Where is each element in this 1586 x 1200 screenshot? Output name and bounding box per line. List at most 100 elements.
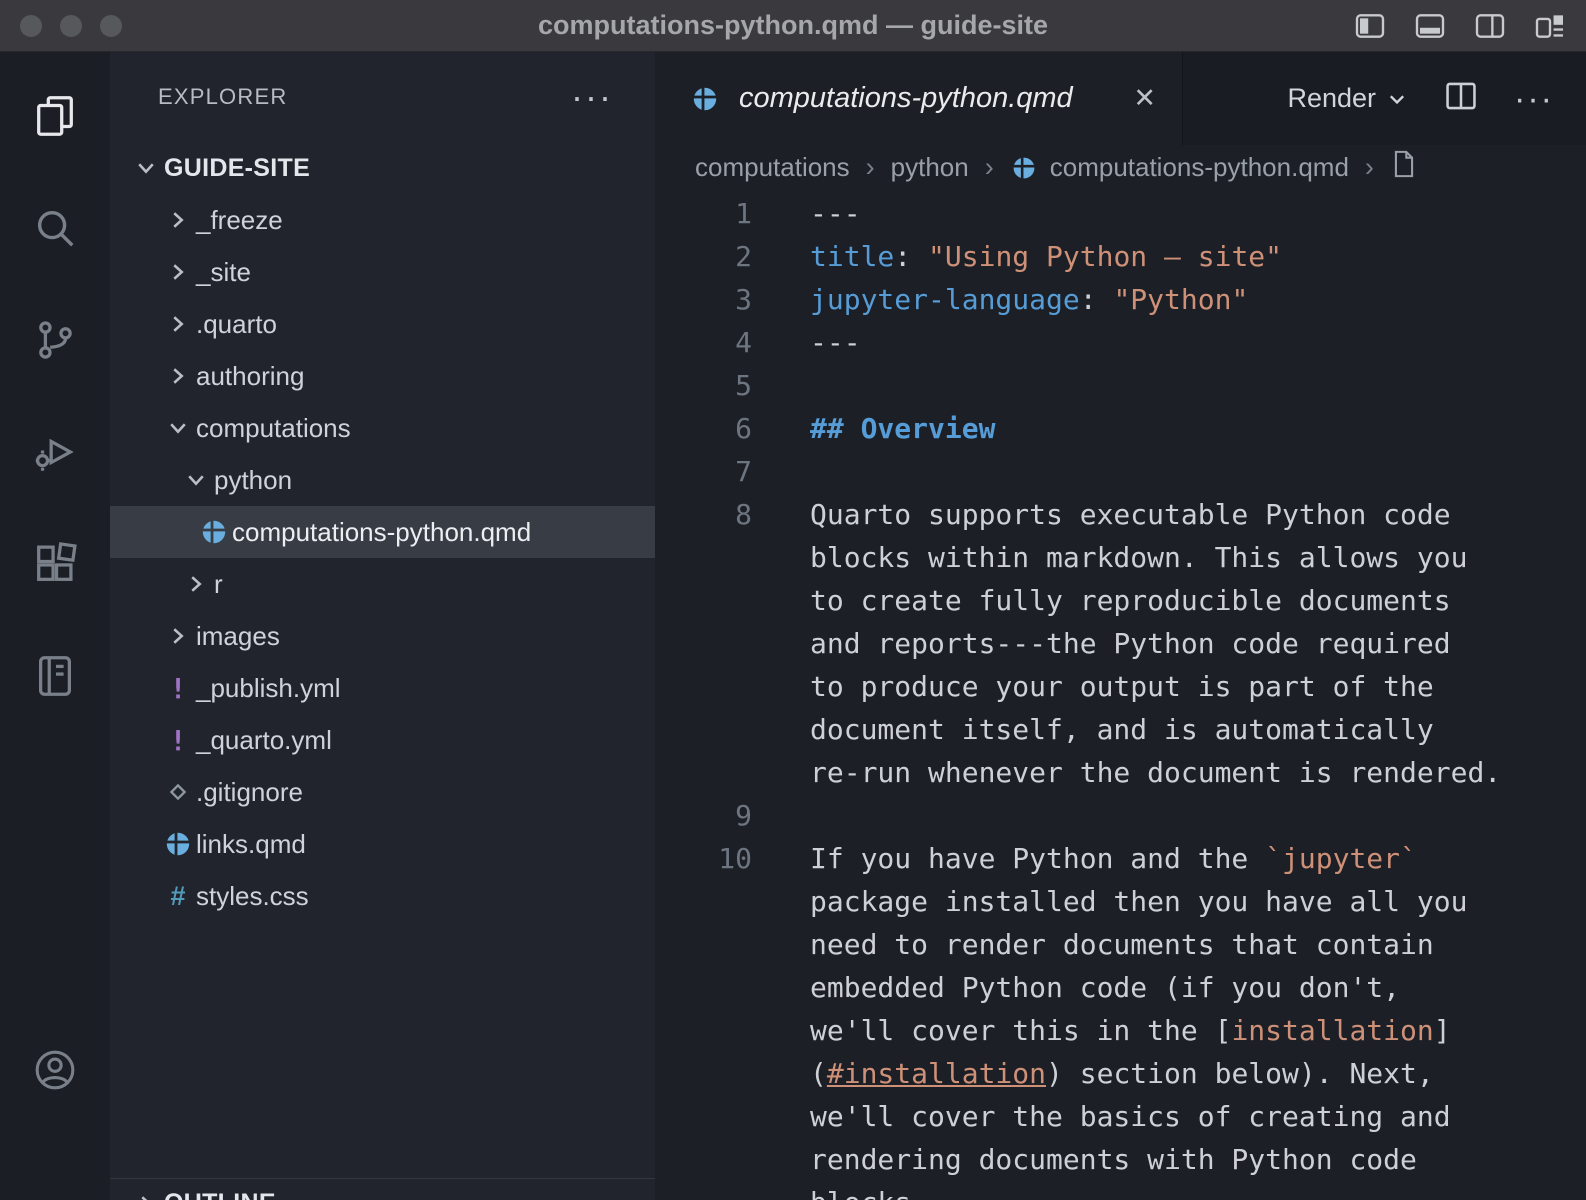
code-line[interactable]: 3jupyter-language: "Python": [655, 278, 1586, 321]
account-icon[interactable]: [0, 1014, 110, 1126]
chevron-right-icon: [128, 1189, 164, 1200]
source-control-icon[interactable]: [0, 284, 110, 396]
line-number: [655, 708, 752, 751]
split-editor-right-icon[interactable]: [1474, 13, 1506, 39]
code-text: to produce your output is part of the: [810, 665, 1434, 708]
split-editor-icon[interactable]: [1444, 80, 1478, 117]
outline-label: OUTLINE: [164, 1189, 276, 1200]
breadcrumb: computations › python › computations-python.…: [655, 145, 1586, 190]
code-line[interactable]: 1---: [655, 192, 1586, 235]
breadcrumb-separator: ›: [866, 152, 875, 183]
notebook-icon[interactable]: [0, 620, 110, 732]
breadcrumb-label: computations: [695, 152, 850, 183]
extensions-icon[interactable]: [0, 508, 110, 620]
code-line[interactable]: and reports---the Python code required: [655, 622, 1586, 665]
code-text: and reports---the Python code required: [810, 622, 1451, 665]
code-line[interactable]: package installed then you have all you: [655, 880, 1586, 923]
code-text: Quarto supports executable Python code: [810, 493, 1451, 536]
code-line[interactable]: 2title: "Using Python — site": [655, 235, 1586, 278]
tree-item--site[interactable]: _site: [110, 246, 655, 298]
more-actions-icon[interactable]: ···: [1514, 89, 1554, 109]
tree-item-links-qmd[interactable]: links.qmd: [110, 818, 655, 870]
workspace-root-label: GUIDE-SITE: [164, 154, 310, 183]
code-line[interactable]: 10If you have Python and the `jupyter`: [655, 837, 1586, 880]
breadcrumb-item[interactable]: python: [891, 152, 969, 183]
code-line[interactable]: 4---: [655, 321, 1586, 364]
code-line[interactable]: we'll cover the basics of creating and: [655, 1095, 1586, 1138]
quarto-icon: [689, 82, 721, 116]
tree-item--gitignore[interactable]: .gitignore: [110, 766, 655, 818]
tab-label: computations-python.qmd: [739, 82, 1109, 115]
tree-item--quarto-yml[interactable]: !_quarto.yml: [110, 714, 655, 766]
line-number: [655, 1009, 752, 1052]
explorer-icon[interactable]: [0, 60, 110, 172]
code-text: need to render documents that contain: [810, 923, 1434, 966]
toggle-panel-left-icon[interactable]: [1354, 13, 1386, 39]
chevron-down-icon: [128, 153, 164, 183]
code-line[interactable]: document itself, and is automatically: [655, 708, 1586, 751]
breadcrumb-item[interactable]: computations: [695, 152, 850, 183]
tree-item--publish-yml[interactable]: !_publish.yml: [110, 662, 655, 714]
tree-item-label: .gitignore: [196, 777, 303, 808]
chevron-right-icon: [160, 309, 196, 339]
line-number: [655, 665, 752, 708]
tree-item-images[interactable]: images: [110, 610, 655, 662]
code-text: (#installation) section below). Next,: [810, 1052, 1434, 1095]
code-line[interactable]: 8Quarto supports executable Python code: [655, 493, 1586, 536]
code-line[interactable]: blocks.: [655, 1181, 1586, 1200]
breadcrumb-separator: ›: [1365, 152, 1374, 183]
tree-item-computations-python-qmd[interactable]: computations-python.qmd: [110, 506, 655, 558]
line-number: [655, 923, 752, 966]
tree-item-styles-css[interactable]: #styles.css: [110, 870, 655, 922]
tree-item-label: links.qmd: [196, 829, 306, 860]
line-number: [655, 536, 752, 579]
search-icon[interactable]: [0, 172, 110, 284]
tab-computations-python[interactable]: computations-python.qmd ✕: [655, 52, 1183, 145]
line-number: [655, 880, 752, 923]
code-text: embedded Python code (if you don't,: [810, 966, 1400, 1009]
traffic-lights: [20, 15, 122, 37]
code-line[interactable]: rendering documents with Python code: [655, 1138, 1586, 1181]
zoom-button[interactable]: [100, 15, 122, 37]
tree-item-label: _publish.yml: [196, 673, 341, 704]
code-line[interactable]: need to render documents that contain: [655, 923, 1586, 966]
tab-close-icon[interactable]: ✕: [1127, 83, 1156, 114]
code-line[interactable]: to create fully reproducible documents: [655, 579, 1586, 622]
outline-section-header[interactable]: OUTLINE: [110, 1178, 655, 1200]
line-number: [655, 1052, 752, 1095]
close-button[interactable]: [20, 15, 42, 37]
breadcrumb-item[interactable]: computations-python.qmd: [1010, 152, 1349, 183]
code-line[interactable]: 7: [655, 450, 1586, 493]
code-line[interactable]: 9: [655, 794, 1586, 837]
code-line[interactable]: we'll cover this in the [installation]: [655, 1009, 1586, 1052]
tree-item-label: computations-python.qmd: [232, 517, 531, 548]
tree-item-python[interactable]: python: [110, 454, 655, 506]
tree-item-computations[interactable]: computations: [110, 402, 655, 454]
code-line[interactable]: 5: [655, 364, 1586, 407]
code-line[interactable]: 6## Overview: [655, 407, 1586, 450]
code-text: re-run whenever the document is rendered…: [810, 751, 1501, 794]
code-text: document itself, and is automatically: [810, 708, 1434, 751]
code-line[interactable]: re-run whenever the document is rendered…: [655, 751, 1586, 794]
tree-item-r[interactable]: r: [110, 558, 655, 610]
explorer-more-actions-icon[interactable]: ···: [571, 87, 613, 107]
customize-layout-icon[interactable]: [1534, 13, 1566, 39]
code-line[interactable]: (#installation) section below). Next,: [655, 1052, 1586, 1095]
tree-item--freeze[interactable]: _freeze: [110, 194, 655, 246]
toggle-panel-bottom-icon[interactable]: [1414, 13, 1446, 39]
minimize-button[interactable]: [60, 15, 82, 37]
render-button[interactable]: Render: [1287, 83, 1408, 114]
code-line[interactable]: blocks within markdown. This allows you: [655, 536, 1586, 579]
chevron-right-icon: [160, 205, 196, 235]
line-number: 7: [655, 450, 752, 493]
tree-root-guide-site[interactable]: GUIDE-SITE: [110, 142, 655, 194]
code-text: to create fully reproducible documents: [810, 579, 1451, 622]
code-line[interactable]: embedded Python code (if you don't,: [655, 966, 1586, 1009]
code-text: we'll cover the basics of creating and: [810, 1095, 1451, 1138]
run-and-debug-icon[interactable]: [0, 396, 110, 508]
line-number: 2: [655, 235, 752, 278]
tree-item--quarto[interactable]: .quarto: [110, 298, 655, 350]
code-line[interactable]: to produce your output is part of the: [655, 665, 1586, 708]
code-area[interactable]: 1---2title: "Using Python — site"3jupyte…: [655, 190, 1586, 1200]
tree-item-authoring[interactable]: authoring: [110, 350, 655, 402]
